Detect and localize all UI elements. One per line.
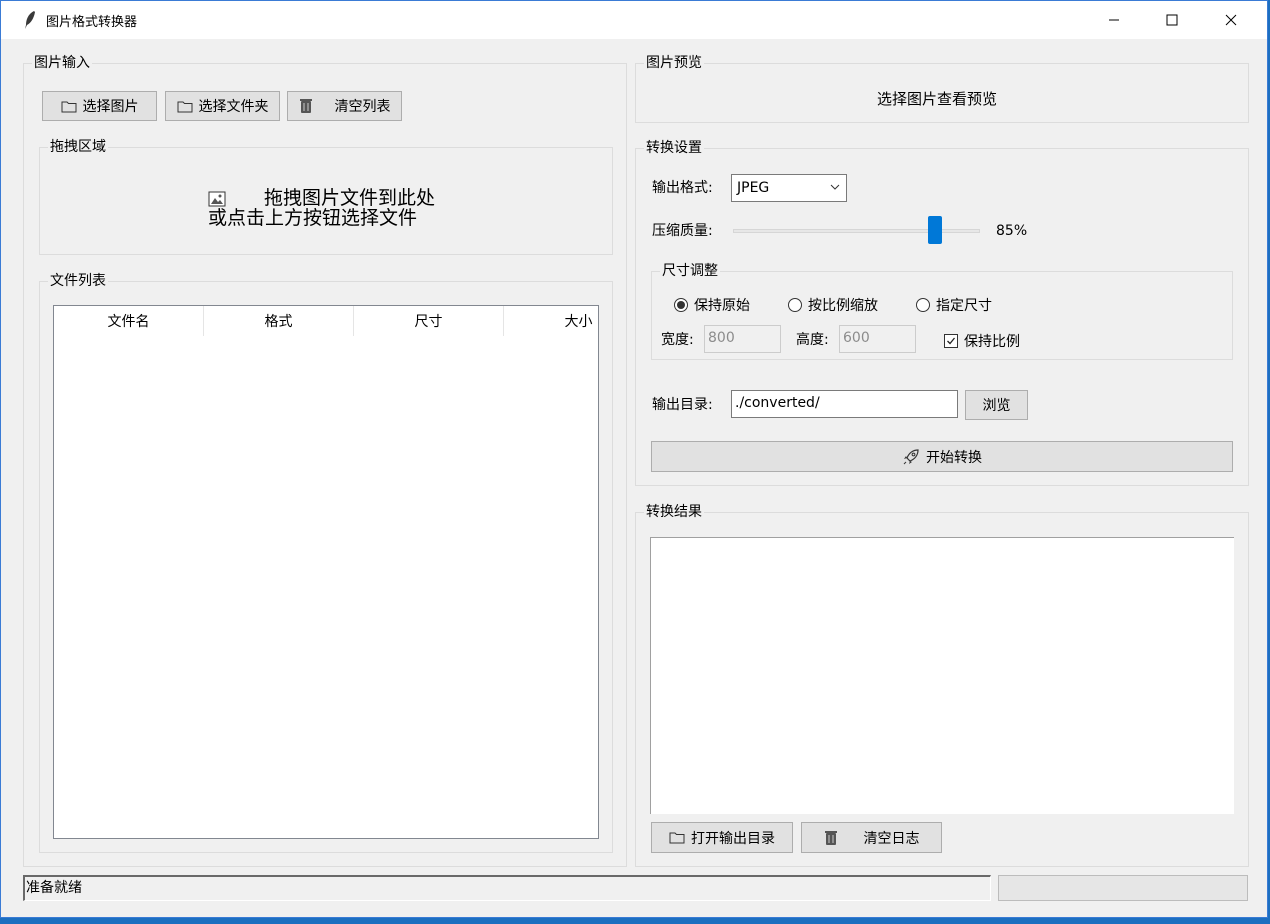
clear-list-label: 清空列表 — [334, 99, 391, 115]
app-window: 图片格式转换器 图片输入 选择图片 选择文件夹 清空列表 拖拽区域 拖拽图片文件… — [0, 0, 1268, 918]
preview-placeholder: 选择图片查看预览 — [877, 90, 998, 108]
maximize-icon — [1166, 14, 1178, 26]
settings-title: 转换设置 — [644, 139, 704, 157]
folder-icon — [177, 101, 192, 112]
format-select[interactable]: JPEG — [731, 174, 847, 202]
trash-icon — [824, 830, 837, 845]
close-icon — [1225, 14, 1237, 26]
drop-zone-line1: 拖拽图片文件到此处 — [264, 187, 436, 209]
quality-value: 85% — [996, 223, 1028, 239]
width-input[interactable]: 800 — [704, 325, 781, 353]
column-header-format[interactable]: 格式 — [204, 306, 354, 336]
close-button[interactable] — [1202, 1, 1260, 39]
quality-label: 压缩质量: — [652, 223, 713, 239]
select-images-label: 选择图片 — [82, 99, 139, 115]
column-header-dimensions[interactable]: 尺寸 — [354, 306, 504, 336]
height-value: 600 — [843, 330, 870, 346]
status-text: 准备就绪 — [26, 880, 82, 896]
format-select-value: JPEG — [737, 180, 770, 196]
keep-ratio-checkbox[interactable]: 保持比例 — [944, 331, 1020, 351]
output-dir-input[interactable]: ./converted/ — [731, 390, 958, 418]
file-table[interactable]: 文件名 格式 尺寸 大小 — [53, 305, 599, 839]
radio-indicator — [788, 298, 802, 312]
folder-icon — [61, 101, 76, 112]
radio-scale-proportion-label: 按比例缩放 — [808, 298, 878, 314]
drop-zone-line2: 或点击上方按钮选择文件 — [208, 207, 418, 229]
progress-bar — [998, 875, 1248, 901]
output-dir-label: 输出目录: — [652, 397, 713, 413]
minimize-button[interactable] — [1085, 1, 1143, 39]
start-convert-label: 开始转换 — [926, 449, 982, 466]
rocket-icon — [903, 448, 919, 464]
quality-slider-track[interactable] — [733, 229, 980, 233]
feather-icon — [25, 11, 35, 29]
minimize-icon — [1109, 19, 1119, 21]
checkbox-indicator — [944, 334, 958, 348]
results-log[interactable] — [650, 537, 1234, 814]
select-folder-button[interactable]: 选择文件夹 — [165, 91, 280, 121]
window-title: 图片格式转换器 — [46, 15, 138, 30]
width-label: 宽度: — [661, 332, 694, 348]
radio-keep-original[interactable]: 保持原始 — [674, 295, 750, 315]
folder-icon — [669, 832, 685, 844]
keep-ratio-label: 保持比例 — [964, 334, 1020, 350]
open-output-dir-button[interactable]: 打开输出目录 — [651, 822, 793, 853]
image-icon — [208, 191, 226, 207]
radio-specify-size-label: 指定尺寸 — [936, 298, 992, 314]
output-dir-value: ./converted/ — [735, 395, 820, 411]
width-value: 800 — [708, 330, 735, 346]
select-folder-label: 选择文件夹 — [198, 99, 269, 115]
open-output-dir-label: 打开输出目录 — [691, 830, 775, 847]
chevron-down-icon — [830, 184, 840, 190]
radio-keep-original-label: 保持原始 — [694, 298, 750, 314]
start-convert-button[interactable]: 开始转换 — [651, 441, 1233, 472]
maximize-button[interactable] — [1143, 1, 1201, 39]
browse-label: 浏览 — [982, 398, 1011, 414]
format-label: 输出格式: — [652, 180, 713, 196]
preview-title: 图片预览 — [644, 54, 704, 72]
file-list-title: 文件列表 — [48, 272, 108, 290]
browse-button[interactable]: 浏览 — [965, 390, 1028, 420]
trash-icon — [299, 99, 312, 113]
clear-log-label: 清空日志 — [863, 830, 920, 847]
quality-slider-thumb[interactable] — [928, 216, 942, 244]
check-icon — [947, 337, 956, 345]
title-bar: 图片格式转换器 — [1, 1, 1267, 39]
status-bar: 准备就绪 — [23, 875, 991, 901]
clear-list-button[interactable]: 清空列表 — [287, 91, 402, 121]
radio-specify-size[interactable]: 指定尺寸 — [916, 295, 992, 315]
clear-log-button[interactable]: 清空日志 — [801, 822, 942, 853]
results-title: 转换结果 — [644, 503, 704, 521]
column-header-size[interactable]: 大小 — [504, 306, 598, 336]
resize-title: 尺寸调整 — [660, 262, 720, 280]
drop-zone-title: 拖拽区域 — [48, 138, 108, 156]
radio-scale-proportion[interactable]: 按比例缩放 — [788, 295, 878, 315]
height-input[interactable]: 600 — [839, 325, 916, 353]
column-header-filename[interactable]: 文件名 — [54, 306, 204, 336]
select-images-button[interactable]: 选择图片 — [42, 91, 157, 121]
radio-indicator — [674, 298, 688, 312]
image-input-title: 图片输入 — [32, 54, 92, 72]
radio-indicator — [916, 298, 930, 312]
height-label: 高度: — [796, 332, 829, 348]
